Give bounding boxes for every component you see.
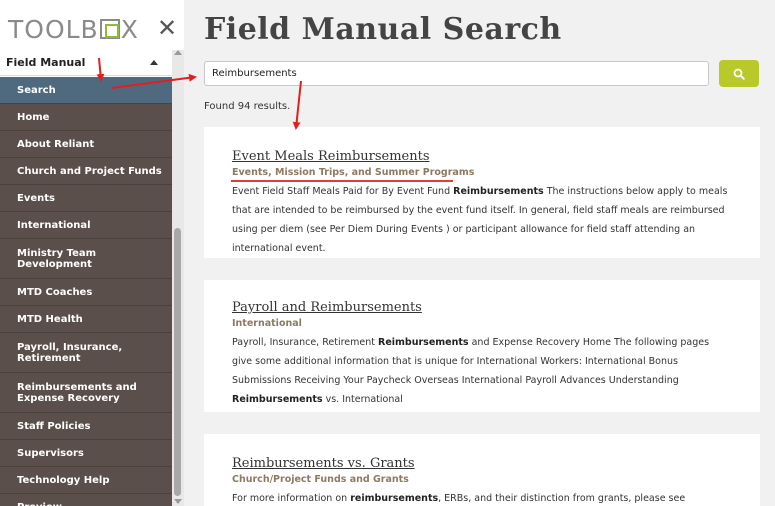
section-field-manual[interactable]: Field Manual xyxy=(0,50,172,76)
sidebar-item-mtd-health[interactable]: MTD Health xyxy=(0,306,172,333)
section-label: Field Manual xyxy=(6,56,86,69)
brand-prefix: TOOLB xyxy=(8,14,99,44)
result-snippet: Payroll, Insurance, Retirement Reimburse… xyxy=(232,337,710,405)
sidebar-item-payroll-insurance-retirement[interactable]: Payroll, Insurance, Retirement xyxy=(0,333,172,373)
result-snippet: For more information on reimbursements, … xyxy=(232,493,686,504)
toolbox-logo[interactable]: TOOLB X xyxy=(8,14,139,44)
magnifier-icon xyxy=(733,68,745,80)
main-content: Field Manual Search Found 94 results. Ev… xyxy=(184,0,775,506)
scroll-down-arrow-icon[interactable] xyxy=(174,499,182,504)
box-icon xyxy=(99,19,120,39)
result-snippet: Event Field Staff Meals Paid for By Even… xyxy=(232,186,728,254)
sidebar-item-search[interactable]: Search xyxy=(0,77,172,104)
sidebar-item-international[interactable]: International xyxy=(0,212,172,239)
result-category: International xyxy=(232,318,302,329)
result-card: Reimbursements vs. Grants Church/Project… xyxy=(204,434,760,506)
scroll-up-arrow-icon[interactable] xyxy=(174,50,182,55)
result-card: Payroll and Reimbursements International… xyxy=(204,280,760,412)
sidebar-item-supervisors[interactable]: Supervisors xyxy=(0,440,172,467)
result-card: Event Meals Reimbursements Events, Missi… xyxy=(204,127,760,258)
result-category: Events, Mission Trips, and Summer Progra… xyxy=(232,167,475,178)
sidebar: TOOLB X ✕ Field Manual Search Home About R… xyxy=(0,0,184,506)
sidebar-scrollbar[interactable] xyxy=(172,50,184,506)
sidebar-item-ministry-team-development[interactable]: Ministry Team Development xyxy=(0,239,172,279)
sidebar-item-technology-help[interactable]: Technology Help xyxy=(0,467,172,494)
sidebar-item-church-and-project-funds[interactable]: Church and Project Funds xyxy=(0,158,172,185)
sidebar-item-mtd-coaches[interactable]: MTD Coaches xyxy=(0,279,172,306)
brand-suffix: X xyxy=(120,14,139,44)
sidebar-item-events[interactable]: Events xyxy=(0,185,172,212)
page-title: Field Manual Search xyxy=(204,12,562,47)
result-title-link[interactable]: Event Meals Reimbursements xyxy=(232,149,732,164)
sidebar-item-preview[interactable]: Preview xyxy=(0,494,172,506)
sidebar-item-home[interactable]: Home xyxy=(0,104,172,131)
result-category: Church/Project Funds and Grants xyxy=(232,474,409,485)
result-title-link[interactable]: Reimbursements vs. Grants xyxy=(232,456,732,471)
scrollbar-thumb[interactable] xyxy=(174,228,181,496)
results-count: Found 94 results. xyxy=(204,101,291,112)
close-icon[interactable]: ✕ xyxy=(157,14,177,42)
chevron-up-icon xyxy=(150,60,158,65)
result-title-link[interactable]: Payroll and Reimbursements xyxy=(232,300,732,315)
sidebar-item-staff-policies[interactable]: Staff Policies xyxy=(0,413,172,440)
sidebar-item-about-reliant[interactable]: About Reliant xyxy=(0,131,172,158)
sidebar-nav: Search Home About Reliant Church and Projec… xyxy=(0,77,172,506)
sidebar-item-reimbursements-and-expense-recovery[interactable]: Reimbursements and Expense Recovery xyxy=(0,373,172,413)
search-input[interactable] xyxy=(204,61,709,86)
search-button[interactable] xyxy=(719,60,759,87)
